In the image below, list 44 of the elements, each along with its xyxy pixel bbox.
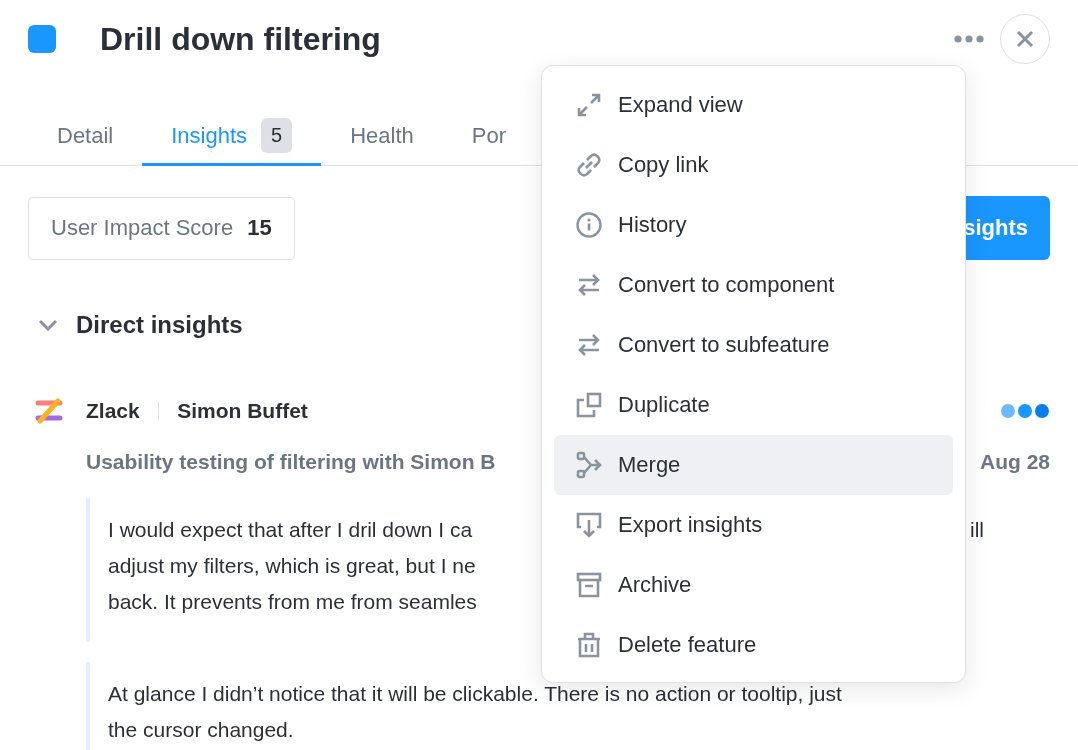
app-logo-icon <box>34 398 64 424</box>
tab[interactable]: Por <box>442 108 536 166</box>
menu-item[interactable]: Expand view <box>554 75 953 135</box>
menu-item[interactable]: Delete feature <box>554 615 953 675</box>
tab[interactable]: Insights 5 <box>142 108 322 166</box>
archive-box-icon <box>575 571 603 599</box>
author-name: Simon Buffet <box>177 399 308 423</box>
menu-item[interactable]: Export insights <box>554 495 953 555</box>
link-icon <box>575 151 603 179</box>
close-button[interactable] <box>1000 14 1050 64</box>
menu-item[interactable]: Convert to subfeature <box>554 315 953 375</box>
source-name: Zlack <box>86 399 140 423</box>
section-title: Direct insights <box>76 311 243 339</box>
more-options-icon[interactable] <box>954 35 984 43</box>
menu-item[interactable]: Convert to component <box>554 255 953 315</box>
score-value: 15 <box>247 215 272 241</box>
quote-text: At glance I didn’t notice that it will be clickable. There is no action or tooltip, just <box>108 681 842 707</box>
trash-icon <box>575 631 603 659</box>
tab[interactable]: Detail <box>28 108 143 166</box>
merge-icon <box>575 451 603 479</box>
chevron-down-icon[interactable] <box>38 319 58 331</box>
duplicate-icon <box>575 391 603 419</box>
menu-item[interactable]: History <box>554 195 953 255</box>
close-icon <box>1016 30 1034 48</box>
menu-item[interactable]: Merge <box>554 435 953 495</box>
insight-title[interactable]: Usability testing of filtering with Simon B <box>86 450 496 474</box>
feature-color-icon <box>28 25 56 53</box>
quote-text: back. It prevents from me from seamles <box>108 589 477 615</box>
quote-text: adjust my filters, which is great, but I ne <box>108 553 476 579</box>
insight-date: Aug 28 <box>980 450 1050 474</box>
expand-arrows-icon <box>575 91 603 119</box>
export-icon <box>575 511 603 539</box>
menu-item[interactable]: Copy link <box>554 135 953 195</box>
info-icon <box>575 211 603 239</box>
quote-text: ill <box>970 517 984 543</box>
menu-item[interactable]: Duplicate <box>554 375 953 435</box>
count-badge: 5 <box>261 118 293 153</box>
feature-title: Drill down filtering <box>100 20 382 58</box>
quote-text: I would expect that after I dril down I ca <box>108 517 473 543</box>
menu-item[interactable]: Archive <box>554 555 953 615</box>
score-dots-icon <box>1000 403 1050 419</box>
quote-text: the cursor changed. <box>108 717 294 743</box>
score-label: User Impact Score <box>51 215 234 241</box>
tab[interactable]: Health <box>321 108 443 166</box>
